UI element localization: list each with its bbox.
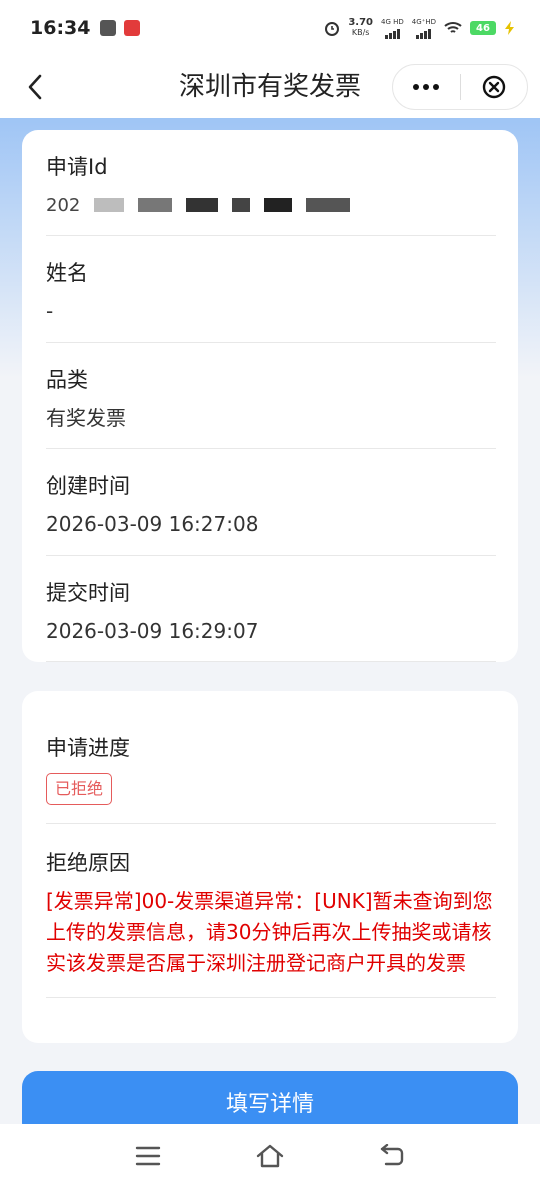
home-button[interactable]	[255, 1141, 285, 1171]
system-back-button[interactable]	[377, 1141, 407, 1171]
field-category: 品类 有奖发票	[46, 343, 496, 450]
redaction-block	[306, 198, 351, 212]
charging-icon	[505, 21, 514, 35]
notification-app-icon-red	[124, 20, 141, 36]
field-value: -	[46, 299, 54, 324]
field-label: 创建时间	[46, 474, 130, 499]
redaction-block	[232, 198, 251, 212]
reject-reason-text: [发票异常]00-发票渠道异常：[UNK]暂未查询到您上传的发票信息，请30分钟…	[46, 889, 493, 975]
signal-icon	[384, 27, 400, 39]
field-value: 有奖发票	[46, 405, 126, 430]
field-label: 品类	[46, 367, 88, 392]
alarm-icon	[325, 22, 340, 36]
application-info-card: 申请Id 202 姓名 - 品类 有奖发票 创建时间 2026-03-09 16…	[22, 130, 518, 662]
status-badge: 已拒绝	[46, 773, 113, 805]
mini-program-capsule	[392, 64, 528, 110]
status-right: 3.70 KB/s 4G HD 4G⁺HD 46	[324, 18, 516, 39]
field-submitted-time: 提交时间 2026-03-09 16:29:07	[46, 556, 496, 662]
field-application-id: 申请Id 202	[46, 130, 496, 237]
field-label: 申请进度	[46, 736, 130, 760]
field-value: 2026-03-09 16:27:08	[46, 512, 259, 537]
application-progress-card: 申请进度 已拒绝 拒绝原因 [发票异常]00-发票渠道异常：[UNK]暂未查询到…	[22, 691, 518, 1043]
net-speed-unit: KB/s	[351, 28, 370, 37]
redaction-block	[138, 198, 173, 212]
system-nav-bar	[0, 1124, 540, 1188]
field-label: 申请Id	[46, 155, 108, 179]
field-progress: 申请进度 已拒绝	[46, 691, 496, 824]
net-speed: 3.70	[348, 17, 373, 28]
field-label: 姓名	[46, 261, 88, 286]
wifi-icon	[444, 22, 462, 33]
close-button[interactable]	[461, 75, 528, 99]
redaction-block	[264, 198, 293, 212]
close-circle-icon	[482, 75, 505, 99]
redaction-block	[186, 198, 219, 212]
more-dots-icon	[413, 84, 420, 90]
field-created-time: 创建时间 2026-03-09 16:27:08	[46, 449, 496, 556]
nav-bar: 深圳市有奖发票	[0, 56, 540, 118]
field-label: 拒绝原因	[46, 851, 130, 875]
menu-icon	[135, 1146, 161, 1166]
status-bar: 16:34 3.70 KB/s 4G HD 4G⁺HD 46	[0, 0, 540, 56]
signal-icon-2	[416, 27, 432, 39]
application-id-masked: 202	[46, 188, 496, 222]
field-value: 2026-03-09 16:29:07	[46, 618, 259, 643]
battery-icon: 46	[470, 21, 496, 35]
field-reject-reason: 拒绝原因 [发票异常]00-发票渠道异常：[UNK]暂未查询到您上传的发票信息，…	[46, 824, 496, 998]
sim1-label: 4G HD	[381, 17, 404, 26]
field-value: 202	[46, 194, 81, 216]
field-label: 提交时间	[46, 580, 130, 605]
field-name: 姓名 -	[46, 236, 496, 343]
redaction-block	[94, 198, 125, 212]
sim2-label: 4G⁺HD	[411, 17, 436, 26]
home-icon	[256, 1144, 284, 1168]
notification-app-icon	[100, 20, 117, 36]
back-arrow-icon	[380, 1144, 404, 1166]
more-button[interactable]	[393, 84, 460, 90]
menu-button[interactable]	[133, 1141, 163, 1171]
status-time: 16:34	[30, 17, 91, 39]
